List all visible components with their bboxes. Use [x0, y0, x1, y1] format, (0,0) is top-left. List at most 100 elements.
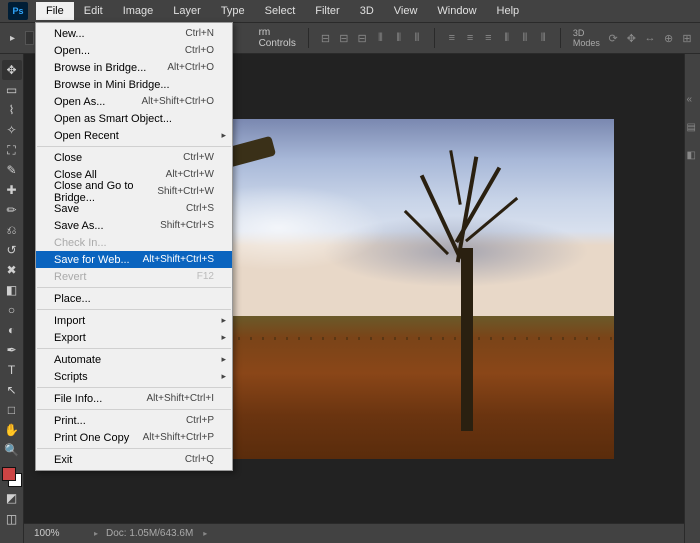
menu-item-browse-in-bridge[interactable]: Browse in Bridge... Alt+Ctrl+O [36, 59, 232, 76]
align-icon[interactable]: ⊟ [320, 29, 330, 47]
eyedropper-tool[interactable]: ✎ [2, 160, 22, 180]
file-menu-dropdown: New...Ctrl+NOpen...Ctrl+OBrowse in Bridg… [35, 22, 233, 471]
3d-mode-icon[interactable]: ⊕ [664, 29, 674, 47]
menu-window[interactable]: Window [427, 2, 486, 20]
shape-tool[interactable]: □ [2, 400, 22, 420]
doc-info[interactable]: Doc: 1.05M/643.6M [106, 528, 193, 539]
distribute-icon[interactable]: ⦀ [520, 29, 530, 47]
photoshop-logo: Ps [8, 2, 28, 20]
align-icon[interactable]: ⫴ [375, 29, 385, 47]
menu-item-open[interactable]: Open...Ctrl+O [36, 42, 232, 59]
menu-image[interactable]: Image [113, 2, 164, 20]
menu-item-shortcut: Ctrl+W [183, 152, 214, 163]
menu-item-automate[interactable]: Automate [36, 351, 232, 368]
brush-tool[interactable]: ✏ [2, 200, 22, 220]
tools-panel: ✥▭⌇✧⛶✎✚✏⎌↺✖◧○◐✒T↖□✋🔍 ◩ ◫ [0, 54, 24, 543]
align-icon[interactable]: ⫴ [394, 29, 404, 47]
3d-mode-icon[interactable]: ⊞ [682, 29, 692, 47]
eraser-tool[interactable]: ✖ [2, 260, 22, 280]
menu-item-shortcut: Ctrl+S [186, 203, 214, 214]
history-brush-tool[interactable]: ↺ [2, 240, 22, 260]
align-icon[interactable]: ⊟ [339, 29, 349, 47]
menu-item-save-as[interactable]: Save As...Shift+Ctrl+S [36, 217, 232, 234]
path-selection-tool[interactable]: ↖ [2, 380, 22, 400]
menu-item-label: Revert [54, 271, 86, 283]
menu-item-shortcut: Alt+Shift+Ctrl+S [143, 254, 214, 265]
menu-view[interactable]: View [384, 2, 428, 20]
3d-mode-icon[interactable]: ↔ [645, 29, 656, 47]
menu-help[interactable]: Help [487, 2, 530, 20]
menu-filter[interactable]: Filter [305, 2, 349, 20]
menu-separator [37, 146, 231, 147]
menu-file[interactable]: File [36, 2, 74, 20]
menu-item-close[interactable]: CloseCtrl+W [36, 149, 232, 166]
zoom-tool[interactable]: 🔍 [2, 440, 22, 460]
crop-tool[interactable]: ⛶ [2, 140, 22, 160]
menu-item-open-recent[interactable]: Open Recent [36, 127, 232, 144]
options-label: rm Controls [259, 27, 296, 49]
distribute-icon[interactable]: ≡ [483, 29, 493, 47]
menu-item-check-in: Check In... [36, 234, 232, 251]
marquee-tool[interactable]: ▭ [2, 80, 22, 100]
gradient-tool[interactable]: ◧ [2, 280, 22, 300]
menu-select[interactable]: Select [255, 2, 306, 20]
menu-item-save-for-web[interactable]: Save for Web...Alt+Shift+Ctrl+S [36, 251, 232, 268]
menu-item-label: Place... [54, 293, 91, 305]
menu-item-browse-in-mini-bridge[interactable]: Browse in Mini Bridge... [36, 76, 232, 93]
menu-item-exit[interactable]: ExitCtrl+Q [36, 451, 232, 468]
menu-item-new[interactable]: New... Ctrl+N [36, 25, 232, 42]
dodge-tool[interactable]: ◐ [2, 320, 22, 340]
menu-item-open-as-smart-object[interactable]: Open as Smart Object... [36, 110, 232, 127]
healing-brush-tool[interactable]: ✚ [2, 180, 22, 200]
menu-item-shortcut: F12 [197, 271, 214, 282]
lasso-tool[interactable]: ⌇ [2, 100, 22, 120]
menu-item-export[interactable]: Export [36, 329, 232, 346]
menu-type[interactable]: Type [211, 2, 255, 20]
panel-icon[interactable]: ▤ [687, 122, 699, 134]
menu-item-close-and-go-to-bridge[interactable]: Close and Go to Bridge...Shift+Ctrl+W [36, 183, 232, 200]
3d-mode-icon[interactable]: ✥ [626, 29, 636, 47]
blur-tool[interactable]: ○ [2, 300, 22, 320]
quick-mask-button[interactable]: ◩ [2, 488, 22, 508]
menu-item-label: Export [54, 332, 86, 344]
color-swatches[interactable] [2, 467, 22, 487]
menu-3d[interactable]: 3D [350, 2, 384, 20]
menu-layer[interactable]: Layer [163, 2, 211, 20]
pen-tool[interactable]: ✒ [2, 340, 22, 360]
magic-wand-tool[interactable]: ✧ [2, 120, 22, 140]
align-icon[interactable]: ⫴ [412, 29, 422, 47]
menu-item-shortcut: Alt+Ctrl+O [167, 62, 214, 73]
distribute-icon[interactable]: ⦀ [538, 29, 548, 47]
doc-info-menu-icon[interactable]: ▸ [203, 529, 207, 538]
menu-item-import[interactable]: Import [36, 312, 232, 329]
screen-mode-button[interactable]: ◫ [2, 509, 22, 529]
menu-item-shortcut: Alt+Ctrl+W [166, 169, 214, 180]
menu-item-shortcut: Alt+Shift+Ctrl+P [143, 432, 214, 443]
menu-item-place[interactable]: Place... [36, 290, 232, 307]
zoom-menu-icon[interactable]: ▸ [94, 529, 98, 538]
tool-preset-button[interactable] [25, 31, 34, 45]
menu-item-label: Browse in Bridge... [54, 62, 146, 74]
menu-item-shortcut: Ctrl+N [185, 28, 214, 39]
menu-item-file-info[interactable]: File Info...Alt+Shift+Ctrl+I [36, 390, 232, 407]
menu-item-label: New... [54, 28, 85, 40]
menu-item-scripts[interactable]: Scripts [36, 368, 232, 385]
menu-item-print-one-copy[interactable]: Print One CopyAlt+Shift+Ctrl+P [36, 429, 232, 446]
clone-stamp-tool[interactable]: ⎌ [2, 220, 22, 240]
hand-tool[interactable]: ✋ [2, 420, 22, 440]
distribute-icon[interactable]: ≡ [447, 29, 457, 47]
menu-item-open-as[interactable]: Open As...Alt+Shift+Ctrl+O [36, 93, 232, 110]
zoom-level[interactable]: 100% [34, 528, 84, 539]
distribute-icon[interactable]: ⦀ [502, 29, 512, 47]
panel-icon[interactable]: ◧ [687, 150, 699, 162]
menu-item-print[interactable]: Print...Ctrl+P [36, 412, 232, 429]
foreground-color[interactable] [2, 467, 16, 481]
3d-mode-icon[interactable]: ⟳ [608, 29, 618, 47]
distribute-icon[interactable]: ≡ [465, 29, 475, 47]
menu-edit[interactable]: Edit [74, 2, 113, 20]
menu-item-save[interactable]: SaveCtrl+S [36, 200, 232, 217]
collapse-icon[interactable]: « [687, 94, 699, 106]
type-tool[interactable]: T [2, 360, 22, 380]
move-tool[interactable]: ✥ [2, 60, 22, 80]
align-icon[interactable]: ⊟ [357, 29, 367, 47]
